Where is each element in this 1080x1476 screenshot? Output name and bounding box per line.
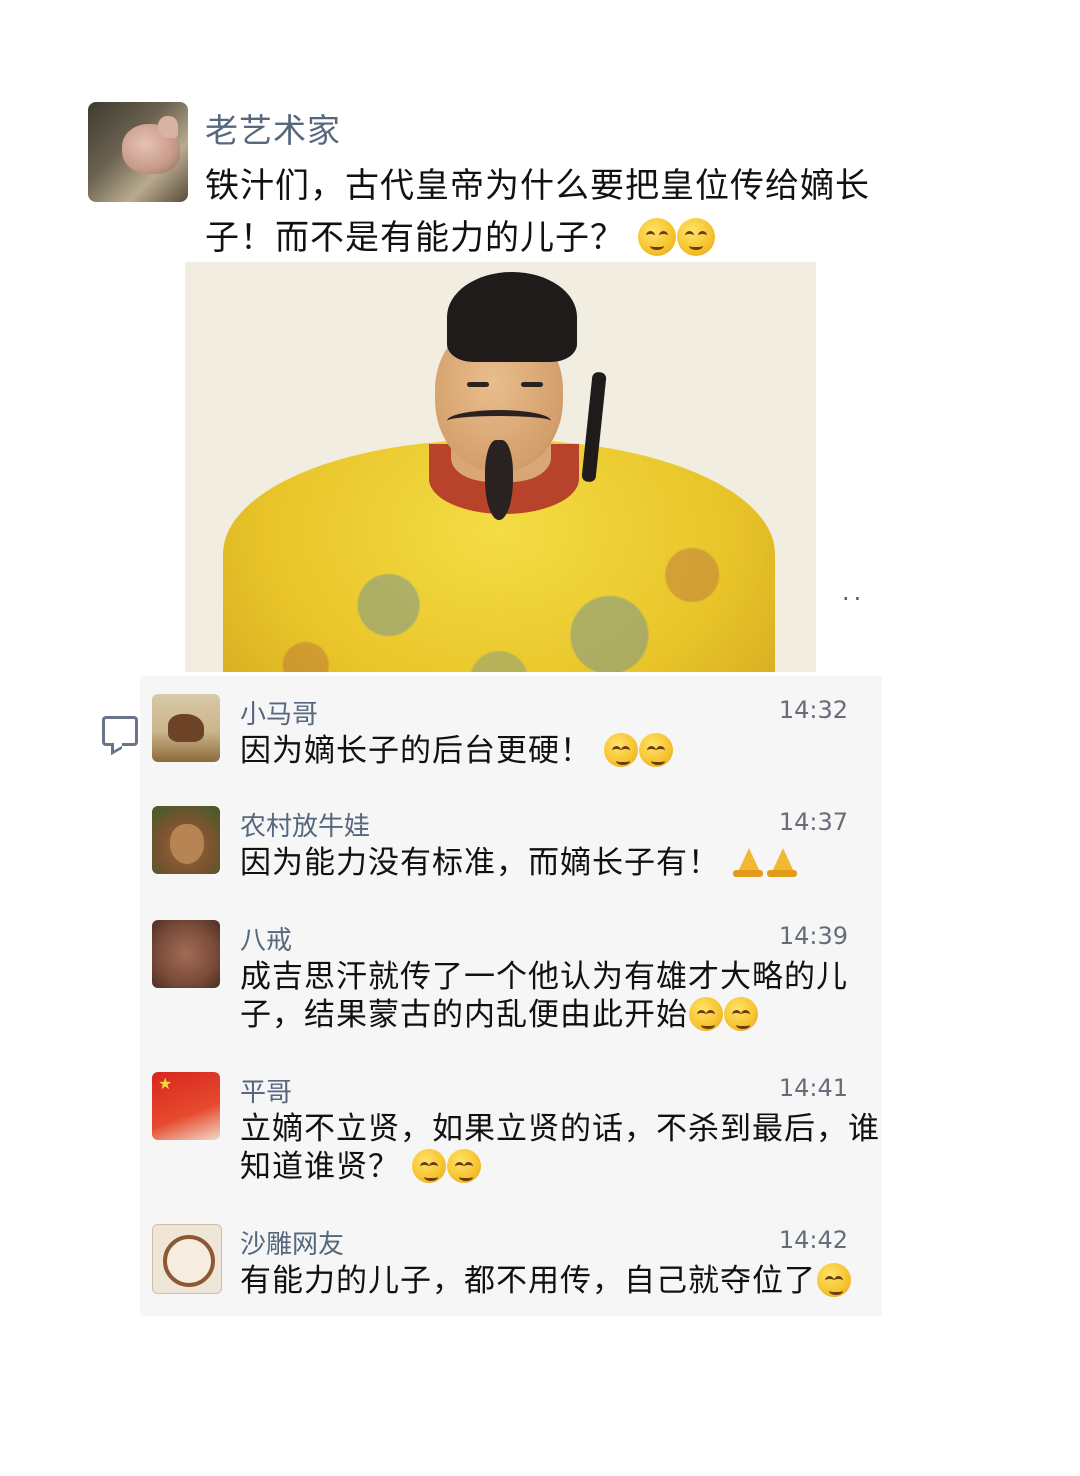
comment-text: 立嫡不立贤，如果立贤的话，不杀到最后，谁知道谁贤？ (240, 1110, 880, 1186)
commenter-name[interactable]: 八戒 (240, 920, 292, 957)
left-eye (467, 382, 489, 387)
comment-text: 有能力的儿子，都不用传，自己就夺位了 (240, 1262, 880, 1300)
comment-icon (102, 716, 138, 746)
commenter-name[interactable]: 平哥 (240, 1072, 292, 1109)
comment-text-content: 成吉思汗就传了一个他认为有雄才大略的儿子，结果蒙古的内乱便由此开始 (240, 959, 848, 1033)
smirk-emoji-icon (676, 218, 715, 256)
comment-time: 14:41 (778, 1074, 848, 1102)
commenter-avatar[interactable] (152, 694, 220, 762)
right-eye (521, 382, 543, 387)
pray-hands-icon (765, 848, 799, 878)
pig-ear (158, 116, 178, 138)
comment-time: 14:42 (778, 1226, 848, 1254)
beard (485, 440, 513, 520)
smirk-emoji-icon (817, 1263, 851, 1297)
comment-text: 因为能力没有标准，而嫡长子有！ (240, 844, 880, 882)
comment-text: 成吉思汗就传了一个他认为有雄才大略的儿子，结果蒙古的内乱便由此开始 (240, 958, 880, 1034)
smirk-emoji-icon (603, 733, 638, 767)
comment-time: 14:37 (778, 808, 848, 836)
commenter-name[interactable]: 小马哥 (240, 694, 318, 731)
smirk-emoji-icon (446, 1149, 481, 1183)
mustache (447, 410, 551, 432)
smirk-emoji-icon (638, 733, 673, 767)
more-options-button[interactable]: ·· (842, 587, 865, 611)
comment-text-content: 因为嫡长子的后台更硬！ (240, 733, 592, 769)
author-avatar[interactable] (88, 102, 188, 202)
pray-hands-icon (731, 848, 765, 878)
black-hat (447, 272, 577, 362)
comment-time: 14:32 (778, 696, 848, 724)
comment-text-content: 有能力的儿子，都不用传，自己就夺位了 (240, 1263, 816, 1299)
commenter-avatar[interactable] (152, 920, 220, 988)
smirk-emoji-icon (689, 997, 723, 1031)
smirk-emoji-icon (637, 218, 676, 256)
commenter-name[interactable]: 沙雕网友 (240, 1224, 344, 1261)
author-name[interactable]: 老艺术家 (205, 104, 341, 152)
comment-text: 因为嫡长子的后台更硬！ (240, 732, 880, 770)
post-text: 铁汁们，古代皇帝为什么要把皇位传给嫡长子！而不是有能力的儿子？ (205, 160, 885, 264)
smirk-emoji-icon (724, 997, 758, 1031)
comment-text-content: 立嫡不立贤，如果立贤的话，不杀到最后，谁知道谁贤？ (240, 1111, 880, 1185)
comment-text-content: 因为能力没有标准，而嫡长子有！ (240, 845, 720, 881)
commenter-avatar[interactable] (152, 1072, 220, 1140)
post-image[interactable] (185, 262, 816, 672)
commenter-avatar[interactable] (152, 1224, 222, 1294)
post-text-content: 铁汁们，古代皇帝为什么要把皇位传给嫡长子！而不是有能力的儿子？ (205, 166, 870, 258)
smirk-emoji-icon (411, 1149, 446, 1183)
commenter-avatar[interactable] (152, 806, 220, 874)
commenter-name[interactable]: 农村放牛娃 (240, 806, 370, 843)
comment-time: 14:39 (778, 922, 848, 950)
